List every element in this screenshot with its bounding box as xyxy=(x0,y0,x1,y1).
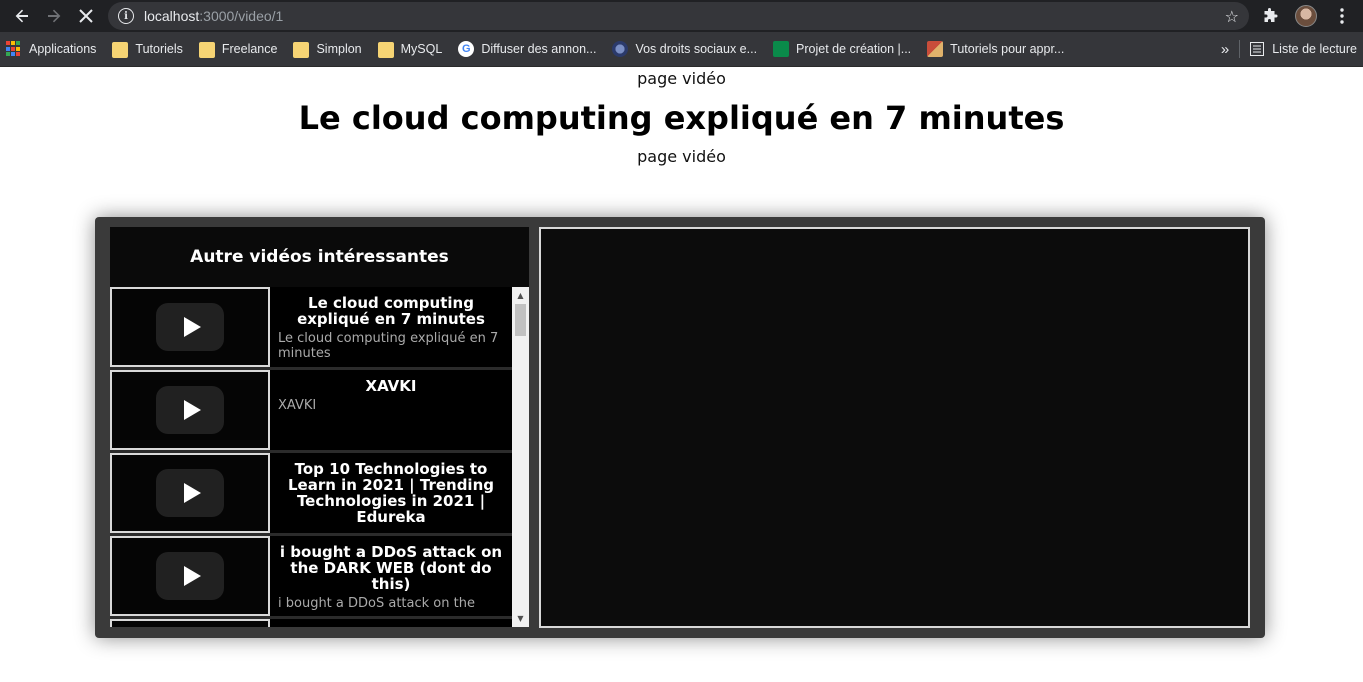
video-thumbnail[interactable] xyxy=(110,536,270,616)
apps-grid-icon xyxy=(6,41,22,57)
reading-list-icon xyxy=(1250,42,1265,56)
folder-icon xyxy=(377,42,394,58)
list-item[interactable]: Top 10 Technologies to Learn in 2021 | T… xyxy=(110,453,512,536)
video-thumbnail[interactable] xyxy=(110,370,270,450)
page-label-top: page vidéo xyxy=(637,69,726,88)
related-videos-sidebar: Autre vidéos intéressantes Le cloud comp… xyxy=(110,227,529,627)
folder-icon xyxy=(198,42,215,58)
folder-icon xyxy=(112,42,129,58)
bookmark-label: MySQL xyxy=(400,42,443,56)
puzzle-icon xyxy=(1264,8,1278,22)
bookmark-projet-creation[interactable]: Projet de création |... xyxy=(773,41,911,57)
play-icon xyxy=(156,303,224,351)
bookmark-label: Applications xyxy=(29,42,97,56)
video-thumbnail[interactable] xyxy=(110,287,270,367)
play-icon xyxy=(156,552,224,600)
bookmark-label: Simplon xyxy=(316,42,362,56)
bookmark-freelance[interactable]: Freelance xyxy=(198,40,278,58)
reading-list-label: Liste de lecture xyxy=(1272,42,1357,56)
bookmark-label: Freelance xyxy=(221,42,278,56)
page-body: page vidéo Le cloud computing expliqué e… xyxy=(0,67,1363,682)
more-vertical-icon xyxy=(1340,8,1344,24)
bookmark-applications[interactable]: Applications xyxy=(6,41,96,57)
player-container: Autre vidéos intéressantes Le cloud comp… xyxy=(95,217,1265,638)
video-thumbnail[interactable] xyxy=(110,453,270,533)
google-icon: G xyxy=(458,41,475,57)
url-path: :3000/video/1 xyxy=(199,8,284,24)
stop-loading-button[interactable] xyxy=(72,2,100,30)
address-bar[interactable]: i localhost :3000/video/1 ☆ xyxy=(108,2,1249,30)
bank-icon xyxy=(773,41,790,57)
play-icon xyxy=(156,469,224,517)
divider xyxy=(1239,40,1241,58)
video-title[interactable]: Le cloud computing expliqué en 7 minutes xyxy=(278,295,504,327)
bookmark-label: Tutoriels xyxy=(135,42,183,56)
list-item[interactable]: Le cloud computing expliqué en 7 minutes… xyxy=(110,287,512,370)
video-player[interactable] xyxy=(539,227,1250,628)
bookmark-label: Tutoriels pour appr... xyxy=(950,42,1065,56)
video-description: Le cloud computing expliqué en 7 minutes xyxy=(278,331,499,361)
bookmark-tutoriels[interactable]: Tutoriels xyxy=(112,40,183,58)
arrow-left-icon xyxy=(15,9,28,23)
video-description: i bought a DDoS attack on the xyxy=(278,596,475,611)
forward-button[interactable] xyxy=(40,2,68,30)
page-title: Le cloud computing expliqué en 7 minutes xyxy=(298,99,1065,137)
back-button[interactable] xyxy=(8,2,36,30)
arrow-right-icon xyxy=(48,9,61,23)
bookmark-label: Projet de création |... xyxy=(796,42,912,56)
list-item[interactable]: i bought a DDoS attack on the DARK WEB (… xyxy=(110,536,512,619)
video-description: XAVKI xyxy=(278,398,317,413)
video-title[interactable]: XAVKI xyxy=(278,378,504,394)
list-item[interactable] xyxy=(110,619,512,627)
bookmark-diffuser[interactable]: G Diffuser des annon... xyxy=(458,41,596,57)
reading-list-button[interactable]: Liste de lecture xyxy=(1250,42,1357,56)
bookmark-tutoriels-pour[interactable]: Tutoriels pour appr... xyxy=(927,41,1064,57)
bookmark-droits-sociaux[interactable]: Vos droits sociaux e... xyxy=(612,41,757,57)
profile-button[interactable] xyxy=(1293,3,1319,29)
video-list: Le cloud computing expliqué en 7 minutes… xyxy=(110,287,512,627)
video-thumbnail[interactable] xyxy=(110,619,270,627)
list-item[interactable]: XAVKI XAVKI xyxy=(110,370,512,453)
close-icon xyxy=(79,9,93,23)
extensions-button[interactable] xyxy=(1257,3,1283,29)
scroll-down-icon[interactable]: ▼ xyxy=(512,610,529,627)
video-title[interactable]: Top 10 Technologies to Learn in 2021 | T… xyxy=(278,461,504,525)
sidebar-title: Autre vidéos intéressantes xyxy=(190,247,449,267)
video-title[interactable]: i bought a DDoS attack on the DARK WEB (… xyxy=(278,544,504,592)
bookmarks-bar: Applications Tutoriels Freelance Simplon… xyxy=(0,32,1363,67)
menu-button[interactable] xyxy=(1329,3,1355,29)
tutorial-icon xyxy=(927,41,944,57)
page-label-bottom: page vidéo xyxy=(637,147,726,166)
bookmark-star-icon[interactable]: ☆ xyxy=(1225,7,1239,26)
url-host: localhost xyxy=(144,8,200,24)
scroll-thumb[interactable] xyxy=(515,304,526,336)
avatar xyxy=(1295,5,1317,27)
video-list-scroll[interactable]: Le cloud computing expliqué en 7 minutes… xyxy=(110,287,529,627)
scroll-up-icon[interactable]: ▲ xyxy=(512,287,529,304)
scrollbar[interactable]: ▲ ▼ xyxy=(512,287,529,627)
bookmark-simplon[interactable]: Simplon xyxy=(293,40,362,58)
site-info-icon[interactable]: i xyxy=(118,8,134,24)
browser-toolbar: i localhost :3000/video/1 ☆ xyxy=(0,0,1363,32)
bookmarks-overflow-button[interactable]: » xyxy=(1221,41,1229,58)
bookmark-label: Diffuser des annon... xyxy=(481,42,597,56)
bookmark-mysql[interactable]: MySQL xyxy=(377,40,443,58)
site-icon xyxy=(612,41,629,57)
play-icon xyxy=(156,386,224,434)
folder-icon xyxy=(293,42,310,58)
bookmark-label: Vos droits sociaux e... xyxy=(635,42,758,56)
